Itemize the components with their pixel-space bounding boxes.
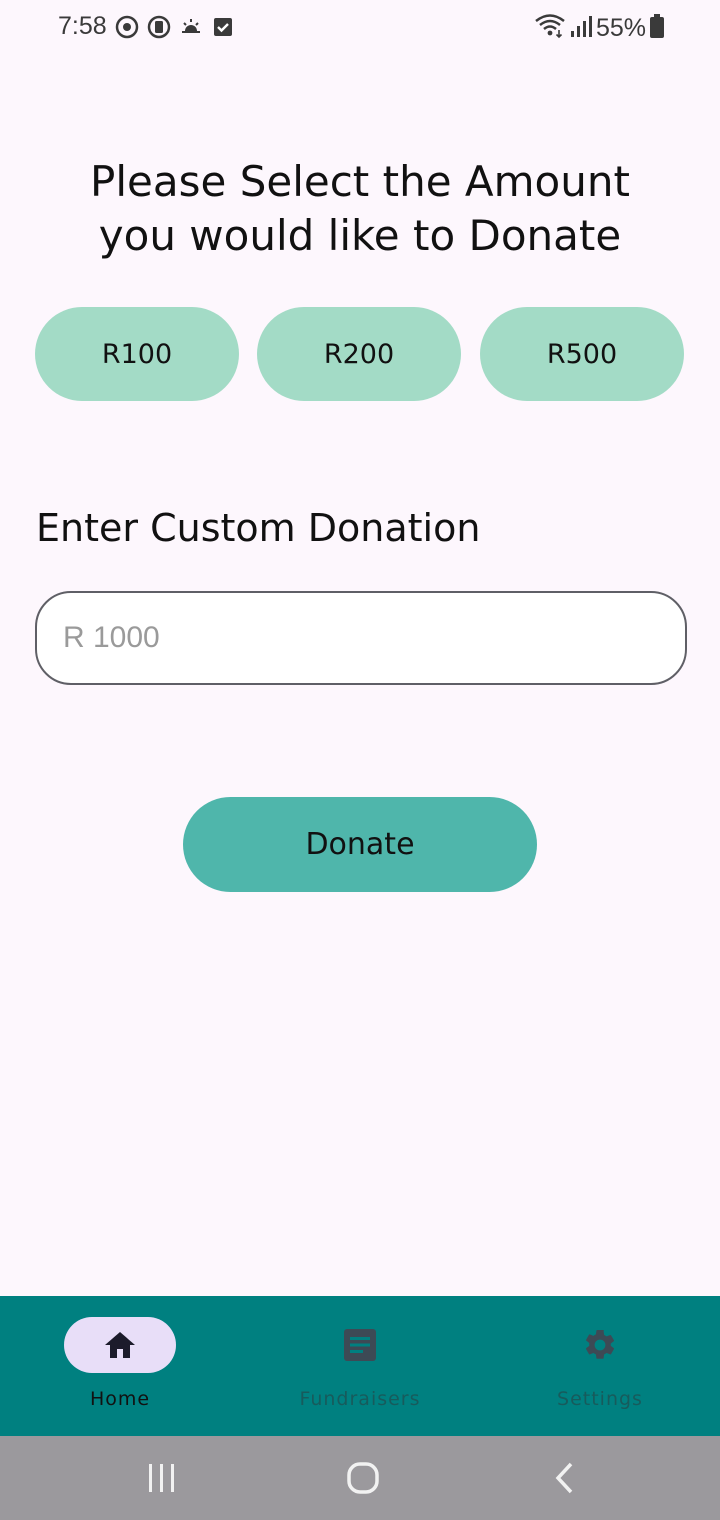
bottom-navigation: Home Fundraisers Settings [0, 1296, 720, 1436]
wifi-icon [534, 13, 566, 43]
battery-percent: 55% [595, 13, 646, 42]
custom-donation-input[interactable] [35, 591, 687, 685]
document-icon [340, 1327, 380, 1363]
system-navigation-bar [0, 1436, 720, 1520]
recents-icon[interactable] [142, 1458, 182, 1498]
status-notification-icons [115, 15, 235, 39]
gear-icon [580, 1327, 620, 1363]
nav-label-fundraisers: Fundraisers [299, 1388, 421, 1410]
battery-icon [650, 14, 664, 42]
preset-r100-button[interactable]: R100 [35, 307, 239, 401]
nav-item-settings[interactable]: Settings [480, 1296, 720, 1436]
back-icon[interactable] [545, 1458, 585, 1498]
page-title-line-1: Please Select the Amount [90, 157, 630, 206]
page-title: Please Select the Amount you would like … [30, 155, 690, 263]
nav-item-home[interactable]: Home [0, 1296, 240, 1436]
preset-r500-button[interactable]: R500 [480, 307, 684, 401]
page-title-line-2: you would like to Donate [98, 211, 622, 260]
signal-icon [570, 14, 592, 42]
home-icon [100, 1327, 140, 1363]
status-time: 7:58 [58, 12, 107, 40]
preset-amounts: R100 R200 R500 [35, 307, 685, 401]
home-circle-icon[interactable] [343, 1458, 383, 1498]
weather-icon [179, 15, 203, 39]
sync-icon [115, 15, 139, 39]
status-bar: 7:58 55% [0, 0, 720, 60]
checkbox-icon [211, 15, 235, 39]
nav-label-settings: Settings [557, 1388, 643, 1410]
donate-button[interactable]: Donate [183, 797, 537, 892]
nav-item-fundraisers[interactable]: Fundraisers [240, 1296, 480, 1436]
status-system-icons: 55% [534, 13, 664, 43]
custom-donation-label: Enter Custom Donation [36, 506, 481, 550]
media-icon [147, 15, 171, 39]
preset-r200-button[interactable]: R200 [257, 307, 461, 401]
donation-screen: 7:58 55% Please Select the Amount you wo… [0, 0, 720, 1520]
nav-label-home: Home [89, 1388, 151, 1410]
